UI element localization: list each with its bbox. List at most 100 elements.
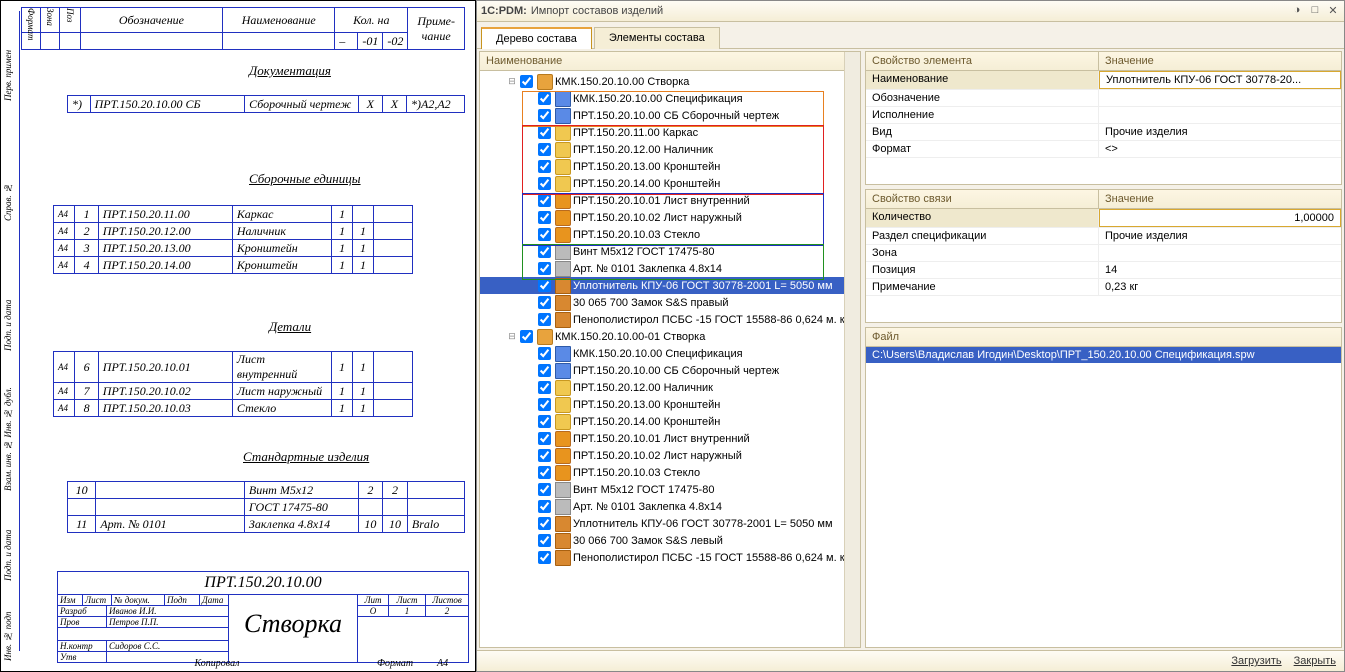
tree-checkbox[interactable] (538, 126, 551, 139)
tree-row[interactable]: 30 066 700 Замок S&S левый (480, 532, 860, 549)
property-row[interactable]: Примечание0,23 кг (866, 279, 1341, 296)
property-row[interactable]: Количество1,00000 (866, 209, 1341, 228)
tree-row[interactable]: Винт М5х12 ГОСТ 17475-80 (480, 481, 860, 498)
tree-row[interactable]: ПРТ.150.20.10.00 СБ Сборочный чертеж (480, 107, 860, 124)
property-value[interactable]: 14 (1099, 262, 1123, 278)
scrollbar[interactable] (844, 52, 860, 647)
tree-checkbox[interactable] (538, 432, 551, 445)
tree-checkbox[interactable] (538, 211, 551, 224)
tree-checkbox[interactable] (538, 279, 551, 292)
tree[interactable]: ⊟КМК.150.20.10.00 СтворкаКМК.150.20.10.0… (480, 71, 860, 647)
property-value[interactable] (1099, 245, 1111, 261)
tree-row[interactable]: ПРТ.150.20.10.02 Лист наружный (480, 447, 860, 464)
tree-row[interactable]: Уплотнитель КПУ-06 ГОСТ 30778-2001 L= 50… (480, 277, 860, 294)
tree-checkbox[interactable] (538, 551, 551, 564)
tree-row[interactable]: ⊟КМК.150.20.10.00-01 Створка (480, 328, 860, 345)
tree-row[interactable]: ⊟КМК.150.20.10.00 Створка (480, 73, 860, 90)
tree-checkbox[interactable] (538, 92, 551, 105)
tree-twisty[interactable]: ⊟ (506, 331, 518, 342)
tree-row[interactable]: ПРТ.150.20.14.00 Кронштейн (480, 175, 860, 192)
property-value[interactable]: Уплотнитель КПУ-06 ГОСТ 30778-20... (1099, 71, 1341, 89)
help-icon[interactable]: ◑ (1290, 4, 1304, 18)
tree-row[interactable]: ПРТ.150.20.10.01 Лист внутренний (480, 192, 860, 209)
property-value[interactable] (1099, 107, 1111, 123)
tree-checkbox[interactable] (538, 415, 551, 428)
tree-checkbox[interactable] (538, 449, 551, 462)
tree-row[interactable]: Винт М5х12 ГОСТ 17475-80 (480, 243, 860, 260)
tree-row[interactable]: ПРТ.150.20.13.00 Кронштейн (480, 158, 860, 175)
tree-row[interactable]: ПРТ.150.20.11.00 Каркас (480, 124, 860, 141)
tree-checkbox[interactable] (538, 296, 551, 309)
tree-checkbox[interactable] (538, 160, 551, 173)
property-value[interactable] (1099, 90, 1111, 106)
tree-checkbox[interactable] (538, 517, 551, 530)
tree-row[interactable]: 30 065 700 Замок S&S правый (480, 294, 860, 311)
tree-row[interactable]: Пенополистирол ПСБС -15 ГОСТ 15588-86 0,… (480, 549, 860, 566)
tree-row[interactable]: ПРТ.150.20.10.03 Стекло (480, 464, 860, 481)
property-key: Зона (866, 245, 1099, 261)
property-row[interactable]: Обозначение (866, 90, 1341, 107)
tree-row[interactable]: Уплотнитель КПУ-06 ГОСТ 30778-2001 L= 50… (480, 515, 860, 532)
property-value[interactable]: Прочие изделия (1099, 228, 1194, 244)
tree-row[interactable]: Арт. № 0101 Заклепка 4.8х14 (480, 260, 860, 277)
tree-label: Пенополистирол ПСБС -15 ГОСТ 15588-86 0,… (573, 552, 853, 564)
tree-checkbox[interactable] (538, 534, 551, 547)
tab-elements[interactable]: Элементы состава (594, 27, 720, 49)
tree-checkbox[interactable] (538, 364, 551, 377)
tree-row[interactable]: ПРТ.150.20.12.00 Наличник (480, 379, 860, 396)
tree-row[interactable]: КМК.150.20.10.00 Спецификация (480, 90, 860, 107)
close-icon[interactable]: ✕ (1326, 4, 1340, 18)
property-row[interactable]: Формат<> (866, 141, 1341, 158)
property-value[interactable]: 0,23 кг (1099, 279, 1144, 295)
property-row[interactable]: Позиция14 (866, 262, 1341, 279)
tree-checkbox[interactable] (538, 500, 551, 513)
file-path[interactable]: C:\Users\Владислав Игодин\Desktop\ПРТ_15… (866, 347, 1341, 363)
property-row[interactable]: НаименованиеУплотнитель КПУ-06 ГОСТ 3077… (866, 71, 1341, 90)
tree-checkbox[interactable] (538, 347, 551, 360)
tree-row[interactable]: ПРТ.150.20.10.00 СБ Сборочный чертеж (480, 362, 860, 379)
tree-row[interactable]: ПРТ.150.20.10.03 Стекло (480, 226, 860, 243)
tree-row[interactable]: КМК.150.20.10.00 Спецификация (480, 345, 860, 362)
app-window: 1C:PDM:1C:PDM: Импорт составов изделий И… (476, 0, 1345, 672)
tree-checkbox[interactable] (538, 466, 551, 479)
tree-checkbox[interactable] (538, 109, 551, 122)
tree-checkbox[interactable] (538, 398, 551, 411)
tree-checkbox[interactable] (538, 143, 551, 156)
tree-checkbox[interactable] (538, 483, 551, 496)
property-row[interactable]: Зона (866, 245, 1341, 262)
tree-row[interactable]: Пенополистирол ПСБС -15 ГОСТ 15588-86 0,… (480, 311, 860, 328)
prod-icon (555, 312, 571, 328)
property-row[interactable]: Исполнение (866, 107, 1341, 124)
bolt-icon (555, 261, 571, 277)
close-button[interactable]: Закрыть (1294, 655, 1336, 667)
link-properties: Свойство связиЗначение Количество1,00000… (865, 189, 1342, 323)
tab-tree[interactable]: Дерево состава (481, 27, 592, 49)
tree-label: Арт. № 0101 Заклепка 4.8х14 (573, 263, 722, 275)
tree-checkbox[interactable] (538, 228, 551, 241)
tree-row[interactable]: ПРТ.150.20.10.01 Лист внутренний (480, 430, 860, 447)
load-button[interactable]: Загрузить (1231, 655, 1281, 667)
tree-row[interactable]: ПРТ.150.20.12.00 Наличник (480, 141, 860, 158)
tree-twisty[interactable]: ⊟ (506, 76, 518, 87)
tree-label: Уплотнитель КПУ-06 ГОСТ 30778-2001 L= 50… (573, 280, 833, 292)
tree-checkbox[interactable] (538, 381, 551, 394)
tree-checkbox[interactable] (520, 330, 533, 343)
titlebar: 1C:PDM:1C:PDM: Импорт составов изделий И… (477, 1, 1344, 22)
property-row[interactable]: ВидПрочие изделия (866, 124, 1341, 141)
tree-checkbox[interactable] (538, 245, 551, 258)
property-value[interactable]: <> (1099, 141, 1124, 157)
tree-checkbox[interactable] (520, 75, 533, 88)
tree-row[interactable]: ПРТ.150.20.13.00 Кронштейн (480, 396, 860, 413)
tree-row[interactable]: ПРТ.150.20.10.02 Лист наружный (480, 209, 860, 226)
tree-label: Уплотнитель КПУ-06 ГОСТ 30778-2001 L= 50… (573, 518, 833, 530)
tree-checkbox[interactable] (538, 313, 551, 326)
tree-checkbox[interactable] (538, 194, 551, 207)
maximize-icon[interactable]: □ (1308, 4, 1322, 18)
tree-row[interactable]: ПРТ.150.20.14.00 Кронштейн (480, 413, 860, 430)
tree-checkbox[interactable] (538, 177, 551, 190)
property-row[interactable]: Раздел спецификацииПрочие изделия (866, 228, 1341, 245)
property-value[interactable]: 1,00000 (1099, 209, 1341, 227)
tree-checkbox[interactable] (538, 262, 551, 275)
tree-row[interactable]: Арт. № 0101 Заклепка 4.8х14 (480, 498, 860, 515)
property-value[interactable]: Прочие изделия (1099, 124, 1194, 140)
